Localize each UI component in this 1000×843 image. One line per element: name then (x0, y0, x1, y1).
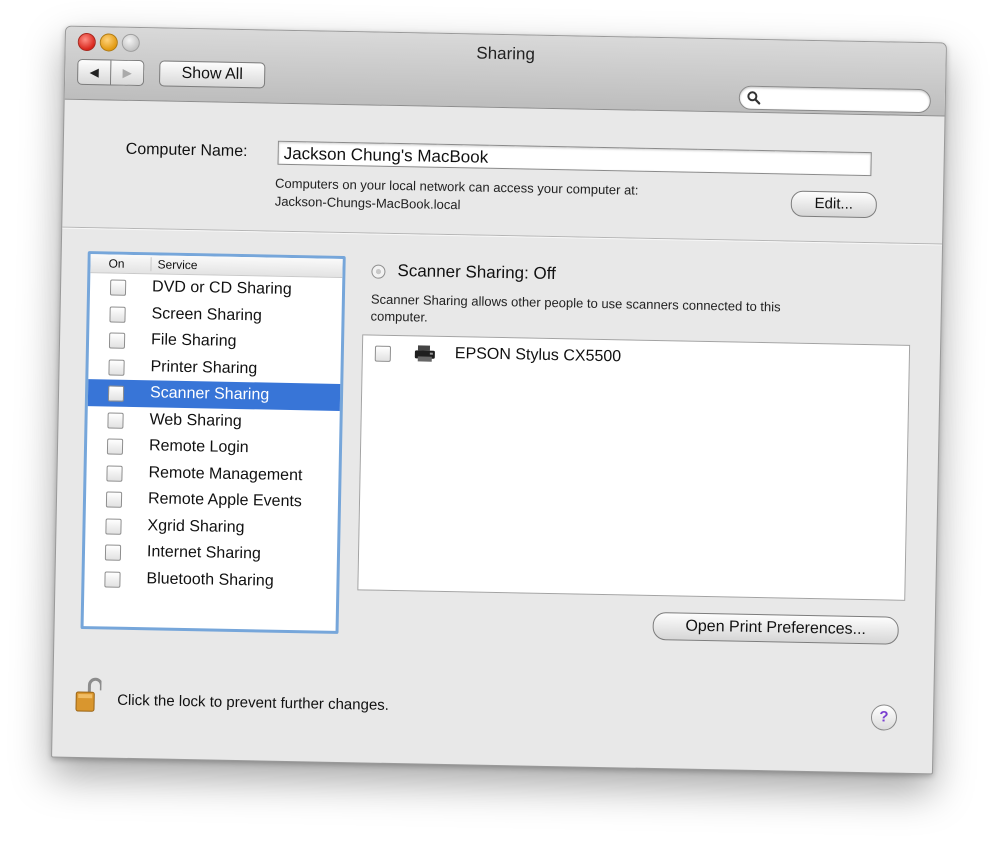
scanner-sharing-status: Scanner Sharing: Off (397, 261, 557, 284)
service-checkbox[interactable] (105, 517, 122, 535)
printer-icon (414, 345, 435, 362)
open-print-preferences-button[interactable]: Open Print Preferences... (652, 611, 899, 645)
lock-message: Click the lock to prevent further change… (117, 691, 390, 714)
service-row-bluetooth-sharing[interactable]: Bluetooth Sharing (84, 565, 336, 596)
service-label: Xgrid Sharing (147, 516, 245, 536)
status-indicator (371, 264, 386, 279)
search-icon (747, 91, 761, 105)
computer-name-field[interactable]: Jackson Chung's MacBook (277, 140, 872, 177)
forward-button[interactable]: ▶ (110, 59, 145, 87)
service-label: File Sharing (150, 331, 237, 350)
scanner-label: EPSON Stylus CX5500 (454, 345, 622, 366)
toolbar: Sharing ◀ ▶ Show All (64, 26, 946, 117)
divider (62, 226, 943, 246)
back-button[interactable]: ◀ (76, 58, 112, 86)
search-field[interactable] (738, 85, 932, 114)
service-label: Scanner Sharing (149, 384, 270, 404)
column-header-on[interactable]: On (108, 256, 124, 270)
service-label: DVD or CD Sharing (151, 278, 292, 298)
help-icon: ? (879, 708, 889, 726)
computer-name-label: Computer Name: (125, 140, 248, 161)
show-all-button[interactable]: Show All (158, 60, 266, 89)
scanner-list[interactable]: EPSON Stylus CX5500 (357, 334, 911, 601)
edit-button[interactable]: Edit... (790, 190, 878, 219)
service-checkbox[interactable] (104, 570, 121, 588)
scanner-sharing-description: Scanner Sharing allows other people to u… (370, 291, 781, 315)
lock-icon[interactable] (75, 677, 102, 713)
service-checkbox[interactable] (109, 306, 126, 323)
service-label: Web Sharing (149, 410, 242, 430)
service-checkbox[interactable] (109, 279, 127, 296)
nav-buttons: ◀ ▶ (76, 58, 145, 87)
service-list[interactable]: On Service DVD or CD Sharing Screen Shar… (80, 251, 346, 634)
service-label: Printer Sharing (150, 357, 258, 377)
service-checkbox[interactable] (107, 411, 124, 429)
service-checkbox[interactable] (108, 332, 126, 349)
help-button[interactable]: ? (870, 704, 898, 731)
service-checkbox[interactable] (104, 544, 122, 561)
scanner-sharing-description-cont: computer. (370, 308, 428, 325)
service-checkbox[interactable] (105, 491, 123, 508)
scanner-checkbox[interactable] (374, 345, 392, 362)
service-checkbox[interactable] (107, 385, 125, 402)
service-checkbox[interactable] (108, 358, 125, 376)
service-label: Bluetooth Sharing (146, 569, 274, 590)
forward-arrow-icon: ▶ (122, 65, 132, 80)
service-label: Remote Management (148, 463, 303, 484)
service-label: Remote Apple Events (147, 490, 303, 511)
service-label: Remote Login (148, 437, 249, 457)
service-label: Internet Sharing (146, 543, 262, 563)
search-input[interactable] (765, 89, 920, 111)
service-label: Screen Sharing (151, 304, 263, 324)
column-header-service[interactable]: Service (150, 257, 198, 273)
local-hostname: Jackson-Chungs-MacBook.local (274, 193, 461, 213)
sharing-window: Sharing ◀ ▶ Show All Computer Name: Jack… (51, 25, 947, 775)
service-checkbox[interactable] (106, 464, 123, 482)
service-checkbox[interactable] (106, 438, 124, 455)
back-arrow-icon: ◀ (89, 65, 99, 80)
